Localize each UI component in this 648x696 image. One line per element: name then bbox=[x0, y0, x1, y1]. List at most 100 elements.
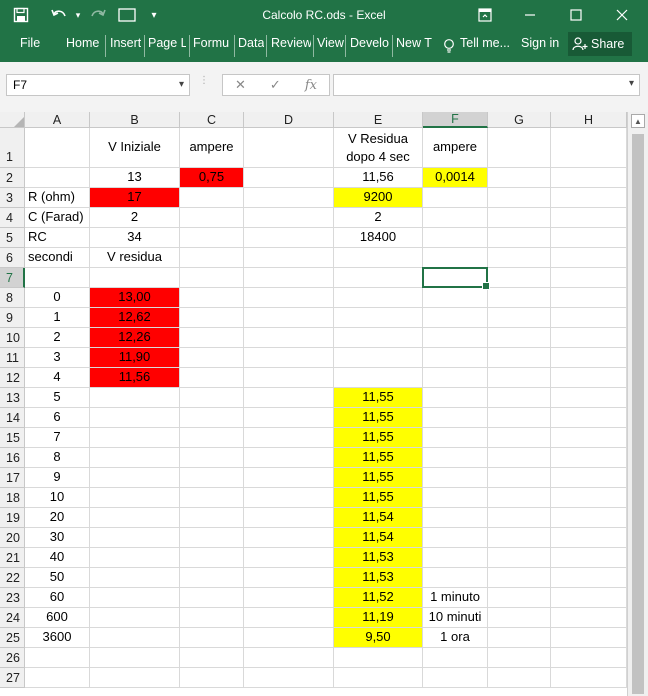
row-header-8[interactable]: 8 bbox=[0, 288, 25, 308]
cell-h24[interactable] bbox=[551, 608, 627, 628]
cell-d21[interactable] bbox=[244, 548, 334, 568]
cell-b23[interactable] bbox=[90, 588, 180, 608]
row-header-6[interactable]: 6 bbox=[0, 248, 25, 268]
cell-c4[interactable] bbox=[180, 208, 244, 228]
row-header-24[interactable]: 24 bbox=[0, 608, 25, 628]
cell-e27[interactable] bbox=[334, 668, 423, 688]
cell-d2[interactable] bbox=[244, 168, 334, 188]
cell-d12[interactable] bbox=[244, 368, 334, 388]
cell-d22[interactable] bbox=[244, 568, 334, 588]
column-header-c[interactable]: C bbox=[180, 112, 244, 128]
cell-d23[interactable] bbox=[244, 588, 334, 608]
cell-e6[interactable] bbox=[334, 248, 423, 268]
cell-c1[interactable]: ampere bbox=[180, 128, 244, 168]
cell-f23[interactable]: 1 minuto bbox=[423, 588, 488, 608]
cell-b25[interactable] bbox=[90, 628, 180, 648]
row-header-11[interactable]: 11 bbox=[0, 348, 25, 368]
cell-b27[interactable] bbox=[90, 668, 180, 688]
row-header-9[interactable]: 9 bbox=[0, 308, 25, 328]
cell-e4[interactable]: 2 bbox=[334, 208, 423, 228]
cell-a27[interactable] bbox=[25, 668, 90, 688]
cell-h12[interactable] bbox=[551, 368, 627, 388]
cell-f11[interactable] bbox=[423, 348, 488, 368]
cell-f3[interactable] bbox=[423, 188, 488, 208]
cell-a14[interactable]: 6 bbox=[25, 408, 90, 428]
cell-d11[interactable] bbox=[244, 348, 334, 368]
cell-b8[interactable]: 13,00 bbox=[90, 288, 180, 308]
cell-g1[interactable] bbox=[488, 128, 551, 168]
cell-a16[interactable]: 8 bbox=[25, 448, 90, 468]
cell-a17[interactable]: 9 bbox=[25, 468, 90, 488]
cell-a25[interactable]: 3600 bbox=[25, 628, 90, 648]
row-header-18[interactable]: 18 bbox=[0, 488, 25, 508]
cell-h16[interactable] bbox=[551, 448, 627, 468]
cell-c11[interactable] bbox=[180, 348, 244, 368]
cell-h18[interactable] bbox=[551, 488, 627, 508]
cell-d27[interactable] bbox=[244, 668, 334, 688]
cell-d8[interactable] bbox=[244, 288, 334, 308]
cell-g16[interactable] bbox=[488, 448, 551, 468]
cell-c17[interactable] bbox=[180, 468, 244, 488]
row-header-5[interactable]: 5 bbox=[0, 228, 25, 248]
cell-b3[interactable]: 17 bbox=[90, 188, 180, 208]
cell-a8[interactable]: 0 bbox=[25, 288, 90, 308]
cell-h4[interactable] bbox=[551, 208, 627, 228]
cell-b2[interactable]: 13 bbox=[90, 168, 180, 188]
cell-d24[interactable] bbox=[244, 608, 334, 628]
cell-a21[interactable]: 40 bbox=[25, 548, 90, 568]
cell-h15[interactable] bbox=[551, 428, 627, 448]
cell-g6[interactable] bbox=[488, 248, 551, 268]
cell-e16[interactable]: 11,55 bbox=[334, 448, 423, 468]
cell-f12[interactable] bbox=[423, 368, 488, 388]
cell-a23[interactable]: 60 bbox=[25, 588, 90, 608]
cell-e11[interactable] bbox=[334, 348, 423, 368]
cell-g7[interactable] bbox=[488, 268, 551, 288]
cell-h20[interactable] bbox=[551, 528, 627, 548]
cell-c8[interactable] bbox=[180, 288, 244, 308]
cell-g3[interactable] bbox=[488, 188, 551, 208]
cell-g20[interactable] bbox=[488, 528, 551, 548]
row-header-12[interactable]: 12 bbox=[0, 368, 25, 388]
cell-e5[interactable]: 18400 bbox=[334, 228, 423, 248]
cell-d10[interactable] bbox=[244, 328, 334, 348]
cell-f25[interactable]: 1 ora bbox=[423, 628, 488, 648]
cell-f16[interactable] bbox=[423, 448, 488, 468]
cell-g15[interactable] bbox=[488, 428, 551, 448]
cell-a7[interactable] bbox=[25, 268, 90, 288]
cell-b5[interactable]: 34 bbox=[90, 228, 180, 248]
column-header-d[interactable]: D bbox=[244, 112, 334, 128]
cell-f4[interactable] bbox=[423, 208, 488, 228]
row-header-4[interactable]: 4 bbox=[0, 208, 25, 228]
column-header-a[interactable]: A bbox=[25, 112, 90, 128]
cell-g26[interactable] bbox=[488, 648, 551, 668]
cell-h8[interactable] bbox=[551, 288, 627, 308]
cell-e3[interactable]: 9200 bbox=[334, 188, 423, 208]
cell-a20[interactable]: 30 bbox=[25, 528, 90, 548]
cell-d1[interactable] bbox=[244, 128, 334, 168]
cell-h13[interactable] bbox=[551, 388, 627, 408]
cell-g18[interactable] bbox=[488, 488, 551, 508]
cell-g22[interactable] bbox=[488, 568, 551, 588]
cell-b21[interactable] bbox=[90, 548, 180, 568]
vertical-scrollbar[interactable]: ▲ bbox=[627, 112, 648, 696]
row-header-7[interactable]: 7 bbox=[0, 268, 25, 288]
cell-c6[interactable] bbox=[180, 248, 244, 268]
cell-a4[interactable]: C (Farad) bbox=[25, 208, 90, 228]
cell-d5[interactable] bbox=[244, 228, 334, 248]
row-header-19[interactable]: 19 bbox=[0, 508, 25, 528]
cell-e7[interactable] bbox=[334, 268, 423, 288]
cell-b16[interactable] bbox=[90, 448, 180, 468]
row-header-2[interactable]: 2 bbox=[0, 168, 25, 188]
scrollbar-thumb[interactable] bbox=[632, 134, 644, 694]
cell-a11[interactable]: 3 bbox=[25, 348, 90, 368]
cell-g13[interactable] bbox=[488, 388, 551, 408]
cell-e12[interactable] bbox=[334, 368, 423, 388]
row-header-26[interactable]: 26 bbox=[0, 648, 25, 668]
cell-e21[interactable]: 11,53 bbox=[334, 548, 423, 568]
cell-g4[interactable] bbox=[488, 208, 551, 228]
cell-g11[interactable] bbox=[488, 348, 551, 368]
cell-h23[interactable] bbox=[551, 588, 627, 608]
row-header-22[interactable]: 22 bbox=[0, 568, 25, 588]
cell-f26[interactable] bbox=[423, 648, 488, 668]
cell-c21[interactable] bbox=[180, 548, 244, 568]
